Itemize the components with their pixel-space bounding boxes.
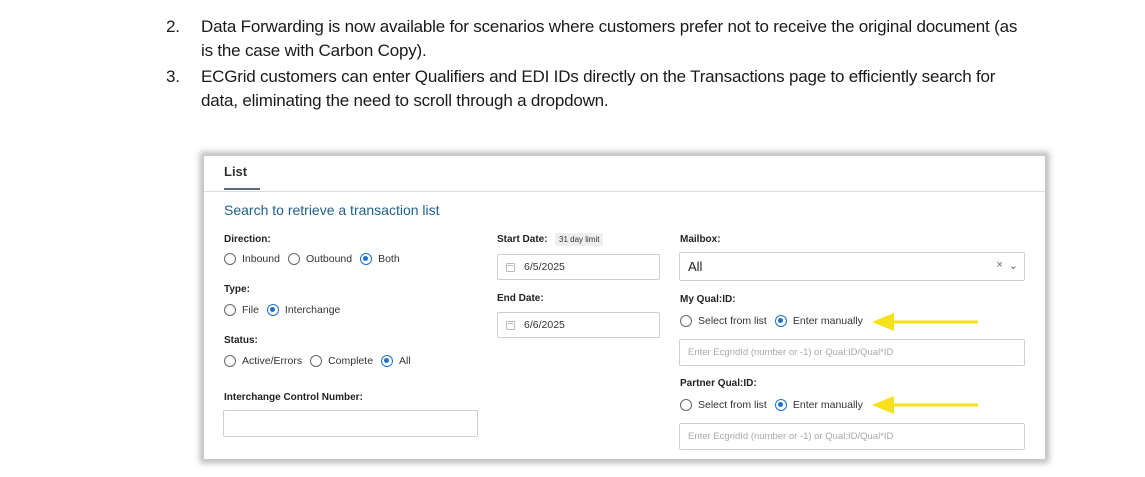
highlight-arrow-icon (872, 313, 978, 331)
note-number: 2. (166, 17, 180, 36)
search-heading: Search to retrieve a transaction list (224, 202, 440, 218)
end-date-input[interactable]: 6/6/2025 (497, 312, 660, 338)
my-qual-label: My Qual:ID: (680, 294, 736, 305)
mailbox-value: All (688, 259, 703, 274)
direction-inbound-option[interactable]: Inbound (224, 253, 280, 265)
status-radio-group: Active/Errors Complete All (224, 355, 419, 367)
start-date-input[interactable]: 6/5/2025 (497, 254, 660, 280)
highlight-arrow-icon (872, 396, 978, 414)
direction-radio-group: Inbound Outbound Both (224, 253, 408, 265)
partner-qual-placeholder: Enter EcgridId (number or -1) or Qual:ID… (688, 431, 894, 442)
option-label: Complete (328, 355, 374, 367)
my-qual-input[interactable]: Enter EcgridId (number or -1) or Qual:ID… (679, 339, 1025, 366)
type-interchange-option[interactable]: Interchange (266, 304, 341, 316)
start-date-label-text: Start Date: (497, 234, 548, 245)
status-active-errors-option[interactable]: Active/Errors (224, 355, 302, 367)
end-date-value: 6/6/2025 (524, 319, 565, 331)
radio-selected-icon[interactable] (774, 315, 787, 327)
chevron-down-icon[interactable]: ⌄ (1009, 259, 1018, 272)
option-label: Active/Errors (242, 355, 303, 367)
icn-label: Interchange Control Number: (224, 392, 363, 403)
radio-icon[interactable] (224, 253, 236, 265)
radio-icon[interactable] (224, 304, 236, 316)
partner-qual-input[interactable]: Enter EcgridId (number or -1) or Qual:ID… (679, 423, 1025, 450)
mailbox-label: Mailbox: (680, 234, 721, 245)
partner-qual-label: Partner Qual:ID: (680, 378, 757, 389)
radio-icon[interactable] (680, 315, 692, 327)
option-label: Both (378, 253, 400, 265)
icn-input[interactable] (223, 410, 478, 437)
my-qual-select-option[interactable]: Select from list (680, 315, 767, 327)
option-label: Select from list (698, 399, 767, 411)
tab-bar: List (204, 156, 1045, 192)
select-controls: × ⌄ (996, 259, 1018, 272)
end-date-label: End Date: (497, 293, 544, 304)
status-complete-option[interactable]: Complete (310, 355, 373, 367)
note-item: 3. ECGrid customers can enter Qualifiers… (166, 65, 1026, 113)
type-label: Type: (224, 284, 250, 295)
type-file-option[interactable]: File (224, 304, 259, 316)
radio-selected-icon[interactable] (266, 304, 279, 316)
radio-icon[interactable] (310, 355, 323, 367)
my-qual-radio-group: Select from list Enter manually (680, 315, 871, 327)
tab-list[interactable]: List (224, 164, 260, 190)
direction-label: Direction: (224, 234, 271, 245)
mailbox-select[interactable]: All × ⌄ (679, 252, 1025, 281)
release-notes: 2. Data Forwarding is now available for … (166, 15, 1026, 115)
status-label: Status: (224, 335, 258, 346)
start-date-label: Start Date: 31 day limit (497, 233, 604, 246)
radio-selected-icon[interactable] (360, 253, 373, 265)
radio-icon[interactable] (287, 253, 300, 265)
my-qual-placeholder: Enter EcgridId (number or -1) or Qual:ID… (688, 347, 894, 358)
status-all-option[interactable]: All (381, 355, 411, 367)
day-limit-badge: 31 day limit (555, 233, 604, 246)
clear-icon[interactable]: × (996, 259, 1002, 272)
transactions-screenshot-panel: List Search to retrieve a transaction li… (203, 155, 1046, 460)
option-label: Inbound (242, 253, 280, 265)
option-label: Outbound (305, 253, 353, 265)
note-number: 3. (166, 67, 180, 86)
calendar-icon (506, 320, 515, 330)
radio-icon[interactable] (680, 399, 692, 411)
radio-selected-icon[interactable] (381, 355, 394, 367)
direction-both-option[interactable]: Both (360, 253, 400, 265)
radio-icon[interactable] (224, 355, 236, 367)
note-text: Data Forwarding is now available for sce… (201, 17, 1018, 60)
calendar-icon (506, 262, 515, 272)
option-label: Enter manually (792, 399, 863, 411)
direction-outbound-option[interactable]: Outbound (287, 253, 353, 265)
partner-qual-manual-option[interactable]: Enter manually (774, 399, 863, 411)
partner-qual-radio-group: Select from list Enter manually (680, 399, 871, 411)
option-label: File (242, 304, 259, 316)
my-qual-manual-option[interactable]: Enter manually (774, 315, 863, 327)
option-label: All (399, 355, 411, 367)
type-radio-group: File Interchange (224, 304, 348, 316)
option-label: Select from list (698, 315, 767, 327)
option-label: Enter manually (792, 315, 863, 327)
option-label: Interchange (284, 304, 341, 316)
note-text: ECGrid customers can enter Qualifiers an… (201, 67, 996, 110)
radio-selected-icon[interactable] (774, 399, 787, 411)
start-date-value: 6/5/2025 (524, 261, 565, 273)
partner-qual-select-option[interactable]: Select from list (680, 399, 767, 411)
note-item: 2. Data Forwarding is now available for … (166, 15, 1026, 63)
